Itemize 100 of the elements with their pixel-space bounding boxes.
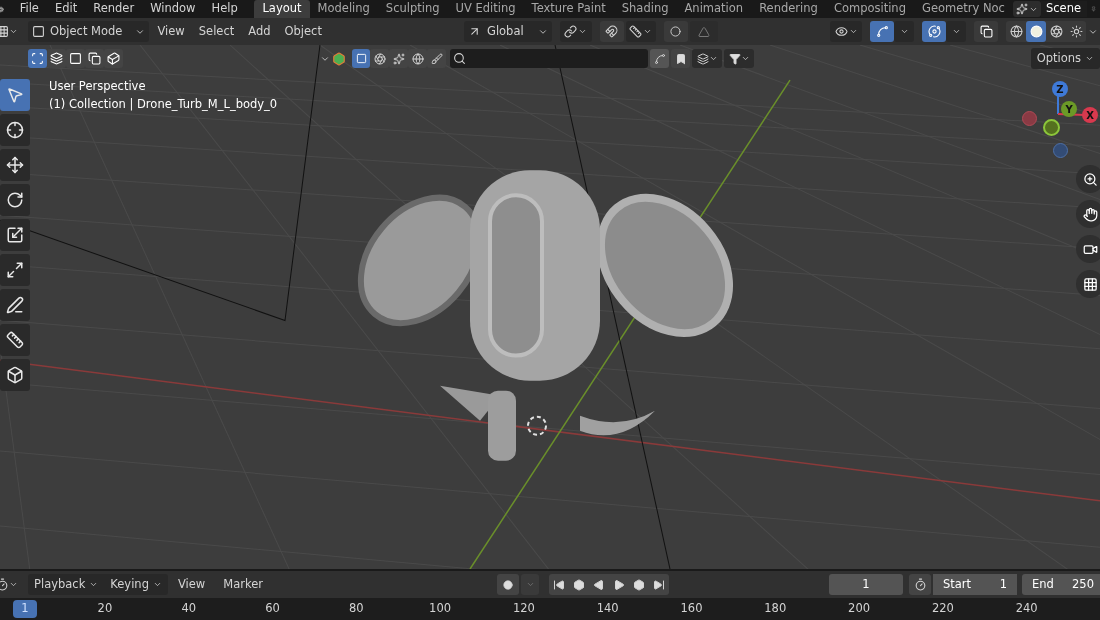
snap-button[interactable] (599, 21, 624, 42)
filter-toggle[interactable] (370, 49, 389, 68)
square-icon (355, 53, 367, 64)
squares-icon (50, 52, 63, 65)
search-field[interactable] (450, 49, 648, 68)
menu-item[interactable]: Select (192, 18, 241, 45)
scene-icon (1015, 3, 1028, 15)
display-dropdown[interactable] (692, 49, 722, 68)
filter-toggle[interactable] (352, 49, 370, 68)
tool-button[interactable] (0, 184, 30, 216)
filter-dropdown[interactable] (724, 49, 754, 68)
frame-number: 180 (764, 600, 787, 618)
workspace-tab[interactable]: UV Editing (447, 0, 524, 18)
menu-item[interactable]: Render (85, 0, 143, 18)
cube-outline-icon (107, 52, 120, 65)
viewport-toggle[interactable] (974, 21, 998, 42)
options-button[interactable]: Options (1030, 48, 1100, 69)
eye-icon (834, 25, 848, 38)
skip-forward-icon (653, 578, 665, 591)
workspace-tab[interactable]: Rendering (751, 0, 826, 18)
mode-dropdown[interactable]: Object Mode (28, 21, 150, 42)
filter-toggle[interactable] (671, 49, 690, 68)
workspace-tab[interactable]: Layout (254, 0, 310, 18)
start-value: 1 (999, 575, 1007, 593)
caret-icon (899, 27, 909, 36)
menu-item[interactable]: View (169, 571, 214, 598)
record-button[interactable] (497, 574, 519, 595)
menu-item[interactable]: Marker (215, 571, 271, 598)
select-mode-button[interactable] (85, 49, 104, 68)
preview-range-button[interactable] (909, 574, 931, 595)
menu-item[interactable]: Object (278, 18, 328, 45)
tool-button[interactable] (0, 359, 30, 391)
menu-item[interactable]: Window (142, 0, 204, 18)
workspace-tab[interactable]: Geometry Noc (913, 0, 1013, 18)
caret-icon (951, 27, 961, 36)
frame-number: 80 (348, 600, 364, 618)
workspace-tab[interactable]: Shading (613, 0, 677, 18)
select-mode-button[interactable] (47, 49, 66, 68)
caret-icon (708, 54, 718, 63)
scene-selector[interactable] (1012, 1, 1041, 17)
caret-icon (1085, 54, 1094, 63)
snap-target-button[interactable] (625, 21, 656, 42)
caret-icon (848, 27, 858, 36)
frame-number: 140 (596, 600, 619, 618)
select-mode-button[interactable] (104, 49, 123, 68)
select-mode-button[interactable] (66, 49, 85, 68)
frame-number: 40 (181, 600, 196, 618)
menu-item[interactable]: Help (203, 0, 246, 18)
orientation-dropdown[interactable]: Global (463, 21, 552, 42)
menu-dropdown[interactable]: Playback (28, 574, 105, 595)
menu-item[interactable]: View (151, 18, 191, 45)
workspace-tab[interactable]: Animation (676, 0, 752, 18)
link-icon (564, 25, 578, 38)
workspace-tab[interactable]: Modeling (309, 0, 378, 18)
tool-button[interactable] (0, 114, 30, 146)
toggle-dropdown[interactable] (894, 21, 914, 42)
tool-button[interactable] (0, 149, 30, 181)
crosshair-icon (6, 121, 24, 139)
tool-button[interactable] (0, 289, 30, 321)
viewport-toggle[interactable] (922, 21, 946, 42)
workspace-tab[interactable]: Compositing (825, 0, 914, 18)
menu-item[interactable]: File (11, 0, 47, 18)
proportional-button[interactable] (663, 21, 688, 42)
collection-label: (1) Collection | Drone_Turb_M_L_body_0 (49, 97, 278, 112)
menu-dropdown[interactable]: Keying (104, 574, 168, 595)
viewport-toggle[interactable] (870, 21, 894, 42)
falloff-button[interactable] (689, 21, 718, 42)
select-mode-button[interactable] (28, 49, 47, 68)
end-frame-field[interactable]: End 250 (1022, 574, 1100, 595)
frame-number: 200 (848, 600, 871, 618)
toggle-dropdown[interactable] (946, 21, 966, 42)
menu-item[interactable]: Add (242, 18, 277, 45)
current-frame-field[interactable]: 1 (829, 574, 903, 595)
globe-icon (411, 52, 424, 65)
menu-item[interactable]: Edit (46, 0, 86, 18)
pivot-button[interactable] (559, 21, 592, 42)
filter-icon (728, 52, 741, 65)
hexagon-icon[interactable] (332, 51, 346, 66)
view-name: User Perspective (49, 79, 147, 94)
tool-button[interactable] (0, 219, 30, 251)
copy-icon (88, 52, 101, 65)
curve-arrow-icon (875, 25, 889, 38)
workspace-tab[interactable]: Texture Paint (523, 0, 614, 18)
current-frame-marker[interactable]: 1 (13, 600, 37, 618)
tool-button[interactable] (0, 324, 30, 356)
tool-button[interactable] (0, 254, 30, 286)
caret-icon (89, 580, 99, 589)
frame-number: 120 (512, 600, 535, 618)
square-icon (69, 52, 82, 65)
start-frame-field[interactable]: Start 1 (933, 574, 1017, 595)
filter-toggle[interactable] (427, 49, 446, 68)
stacked-squares-icon (979, 25, 993, 38)
workspace-tab[interactable]: Sculpting (377, 0, 448, 18)
end-label: End (1032, 575, 1054, 593)
scene-field[interactable]: Scene (1040, 1, 1087, 17)
start-label: Start (943, 575, 972, 593)
sparkles-icon (392, 52, 405, 65)
visibility-button[interactable] (830, 21, 862, 42)
shading-button[interactable] (1026, 21, 1046, 42)
filter-toggle[interactable] (650, 49, 669, 68)
